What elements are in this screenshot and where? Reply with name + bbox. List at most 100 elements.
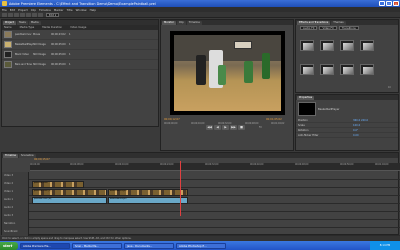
playhead[interactable] bbox=[180, 161, 181, 216]
column-media-duration[interactable]: Media Duration bbox=[42, 26, 62, 29]
taskbar-item[interactable]: Java - Documents... bbox=[124, 242, 174, 249]
track-header[interactable]: Audio 2 bbox=[2, 204, 29, 212]
maximize-button[interactable]: □ bbox=[386, 1, 392, 6]
column-video-usage[interactable]: Video Usage bbox=[70, 26, 86, 29]
track-header[interactable]: Audio 1 bbox=[2, 196, 29, 204]
taskbar-item[interactable]: Adobe Photoshop E... bbox=[176, 242, 226, 249]
effect-tile[interactable] bbox=[320, 64, 334, 75]
project-item[interactable]: BasketballPlayer Still Image 00;00;05;00… bbox=[2, 40, 158, 50]
track-header[interactable]: Video 2 bbox=[2, 180, 29, 188]
audio-clip[interactable]: paintball.mov [A] bbox=[32, 196, 107, 204]
effect-tile[interactable] bbox=[300, 40, 314, 51]
tab-media[interactable]: Media bbox=[28, 20, 41, 25]
menu-timeline[interactable]: Timeline bbox=[39, 8, 51, 12]
zoom-select[interactable]: Fit bbox=[259, 126, 262, 129]
rewind-button[interactable]: ◀◀ bbox=[206, 125, 213, 130]
video-fx-button[interactable]: Video FX bbox=[319, 25, 337, 30]
track-header[interactable]: Audio 3 bbox=[2, 212, 29, 220]
effect-tile[interactable] bbox=[320, 40, 334, 51]
property-value[interactable]: 0.00 bbox=[353, 134, 359, 137]
taskbar-item[interactable]: Scan - Media Ma... bbox=[72, 242, 122, 249]
property-value[interactable]: 0.0° bbox=[353, 129, 358, 132]
close-button[interactable]: × bbox=[393, 1, 399, 6]
save-button[interactable] bbox=[14, 12, 19, 17]
tab-effects-transitions[interactable]: Effects and Transitions bbox=[297, 20, 331, 25]
menu-file[interactable]: File bbox=[2, 8, 7, 12]
play-button[interactable]: ▶ bbox=[222, 125, 229, 130]
effect-tile[interactable] bbox=[300, 64, 314, 75]
item-name: paintball.mov bbox=[15, 33, 32, 36]
ruler-label: 00;00;00 bbox=[30, 163, 40, 166]
effect-tile[interactable] bbox=[340, 64, 354, 75]
minimize-button[interactable]: _ bbox=[379, 1, 385, 6]
property-value[interactable]: 100.0 bbox=[353, 124, 360, 127]
monitor-ruler-label: 00;01;04;02 bbox=[271, 122, 285, 125]
get-media-button[interactable] bbox=[32, 12, 37, 17]
effect-tile[interactable] bbox=[340, 40, 354, 51]
tab-timeline-monitor[interactable]: Timeline bbox=[186, 20, 202, 25]
menu-edit[interactable]: Edit bbox=[10, 8, 15, 12]
effect-thumbnail bbox=[323, 67, 333, 74]
tab-tasks[interactable]: Tasks bbox=[16, 20, 28, 25]
track-header[interactable]: Video 3 bbox=[2, 172, 29, 180]
video-clip[interactable]: paintball.mov [V] bbox=[32, 188, 107, 196]
item-name: BasketballPlayer bbox=[15, 43, 33, 46]
current-timecode[interactable]: 00;00;12;07 bbox=[164, 118, 180, 121]
menu-clip[interactable]: Clip bbox=[31, 8, 36, 12]
ruler-label: 00;00;32;00 bbox=[205, 163, 219, 166]
track-header[interactable]: Soundtrack bbox=[2, 228, 29, 236]
menu-marker[interactable]: Marker bbox=[54, 8, 64, 12]
workspace-select[interactable]: Edit ▾ bbox=[46, 12, 60, 17]
start-button[interactable]: start bbox=[0, 241, 18, 250]
track-header[interactable]: Video 1 bbox=[2, 188, 29, 196]
column-media-type[interactable]: Media Type bbox=[20, 26, 35, 29]
video-clip[interactable]: paintball.mov bbox=[32, 180, 84, 188]
audio-fx-button[interactable]: Audio FX bbox=[300, 25, 318, 30]
menu-title[interactable]: Title bbox=[67, 8, 73, 12]
transport-controls: ◀◀ ◀ ▶ ▶▶ ■ bbox=[206, 125, 246, 130]
tab-clip[interactable]: Clip bbox=[176, 20, 186, 25]
taskbar-item[interactable]: Adobe Premiere Ele... bbox=[20, 242, 70, 249]
video-clip[interactable]: BasketballPlayer bbox=[108, 188, 188, 196]
tab-themes[interactable]: Themes bbox=[331, 20, 346, 25]
project-item[interactable]: Black Video Still Image 00;00;05;00 1 bbox=[2, 50, 158, 60]
timeline-panel: Timeline Sceneline 00;00;15;07 00;00;00 … bbox=[1, 152, 400, 236]
project-item[interactable]: paintball.mov Movie 00;00;23;02 1 bbox=[2, 30, 158, 40]
effect-thumbnail bbox=[303, 43, 313, 50]
new-project-button[interactable] bbox=[2, 12, 7, 17]
undo-button[interactable] bbox=[20, 12, 25, 17]
property-row[interactable]: Anti-flicker Filter 0.00 bbox=[296, 133, 398, 138]
timeline-ruler[interactable]: 00;00;00 00;00;08;00 00;00;16;00 00;00;2… bbox=[30, 163, 400, 171]
system-clock[interactable]: 8:14 PM bbox=[370, 241, 400, 250]
premiere-app-icon bbox=[2, 1, 7, 6]
media-thumbnail bbox=[4, 51, 12, 58]
effect-thumbnail bbox=[343, 43, 353, 50]
column-name[interactable]: Name bbox=[4, 26, 12, 29]
menu-help[interactable]: Help bbox=[90, 8, 96, 12]
transitions-button[interactable]: Transitions bbox=[338, 25, 359, 30]
track-header[interactable]: Narration bbox=[2, 220, 29, 228]
capture-button[interactable] bbox=[38, 12, 43, 17]
redo-button[interactable] bbox=[26, 12, 31, 17]
effect-tile[interactable] bbox=[360, 40, 374, 51]
step-forward-button[interactable]: ▶▶ bbox=[230, 125, 237, 130]
player-figure bbox=[196, 55, 206, 85]
open-project-button[interactable] bbox=[8, 12, 13, 17]
effect-tile[interactable] bbox=[360, 64, 374, 75]
tab-project[interactable]: Project bbox=[3, 20, 16, 25]
stop-button[interactable]: ■ bbox=[238, 125, 245, 130]
tab-properties[interactable]: Properties bbox=[297, 95, 315, 100]
property-value[interactable]: 360.0 240.0 bbox=[353, 119, 368, 122]
track-narration: Narration bbox=[2, 220, 400, 228]
audio-clip[interactable]: BasketballPlayer bbox=[108, 196, 188, 204]
ruler-label: 00;00;48;00 bbox=[295, 163, 309, 166]
project-item[interactable]: Bars and Tone Still Image 00;00;05;00 1 bbox=[2, 60, 158, 70]
timeline-timecode[interactable]: 00;00;15;07 bbox=[34, 158, 50, 161]
video-preview[interactable] bbox=[170, 31, 285, 115]
tab-timeline[interactable]: Timeline bbox=[3, 153, 19, 158]
effect-thumbnail bbox=[363, 67, 373, 74]
menu-window[interactable]: Window bbox=[76, 8, 87, 12]
step-back-button[interactable]: ◀ bbox=[214, 125, 221, 130]
menu-project[interactable]: Project bbox=[18, 8, 28, 12]
tab-monitor[interactable]: Monitor bbox=[162, 20, 176, 25]
